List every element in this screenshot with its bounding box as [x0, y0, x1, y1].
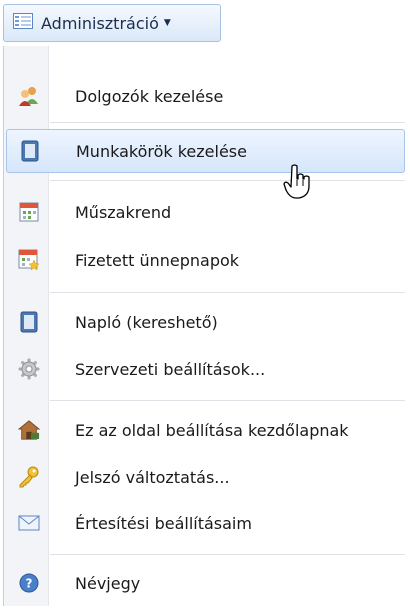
menu-item-ertesitesi-beallitasaim[interactable]: Értesítési beállításaim — [6, 501, 405, 545]
users-icon — [18, 85, 40, 107]
menu-item-dolgozok-kezelese[interactable]: Dolgozók kezelése — [6, 74, 405, 118]
menu-item-munkakorok-kezelese[interactable]: Munkakörök kezelése — [6, 129, 405, 173]
svg-text:?: ? — [26, 577, 33, 591]
menu-separator — [50, 292, 405, 293]
calendar-icon — [18, 201, 40, 223]
menu-item-muszakrend[interactable]: Műszakrend — [6, 190, 405, 234]
home-icon — [18, 419, 40, 441]
key-icon — [18, 466, 40, 488]
menu-separator — [50, 400, 405, 401]
menu-item-label: Jelszó változtatás... — [75, 467, 230, 487]
hand-pointer-icon — [283, 164, 311, 204]
caret-down-icon: ▼ — [163, 18, 171, 28]
menu-item-label: Értesítési beállításaim — [75, 513, 252, 533]
help-icon: ? — [18, 572, 40, 594]
book-icon — [19, 140, 41, 162]
envelope-icon — [18, 512, 40, 534]
menu-item-jelszo-valtoztatas[interactable]: Jelszó változtatás... — [6, 455, 405, 499]
menu-item-label: Műszakrend — [75, 202, 172, 222]
menu-separator — [50, 554, 405, 555]
menu-item-fizetett-unnepnapok[interactable]: Fizetett ünnepnapok — [6, 238, 405, 282]
administration-menu-label: Adminisztráció — [41, 13, 159, 33]
book-icon — [18, 311, 40, 333]
menu-item-kezdolap[interactable]: Ez az oldal beállítása kezdőlapnak — [6, 408, 405, 452]
menu-item-nevjegy[interactable]: ? Névjegy — [6, 561, 405, 605]
menu-item-label: Napló (kereshető) — [75, 312, 218, 332]
menu-item-label: Szervezeti beállítások... — [75, 359, 266, 379]
menu-separator — [50, 122, 405, 123]
form-list-icon — [13, 13, 33, 33]
menu-item-naplo[interactable]: Napló (kereshető) — [6, 300, 405, 344]
menu-item-szervezeti-beallitasok[interactable]: Szervezeti beállítások... — [6, 347, 405, 391]
menu-item-label: Munkakörök kezelése — [76, 141, 247, 161]
menu-item-label: Dolgozók kezelése — [75, 86, 224, 106]
gear-icon — [18, 358, 40, 380]
calendar-star-icon — [18, 249, 40, 271]
menu-item-label: Névjegy — [75, 573, 141, 593]
menu-separator — [50, 180, 405, 181]
menu-item-label: Ez az oldal beállítása kezdőlapnak — [75, 420, 349, 440]
menu-item-label: Fizetett ünnepnapok — [75, 250, 240, 270]
administration-dropdown: Dolgozók kezelése Munkakörök kezelése Mű… — [3, 46, 407, 606]
administration-menu-button[interactable]: Adminisztráció ▼ — [3, 4, 221, 42]
